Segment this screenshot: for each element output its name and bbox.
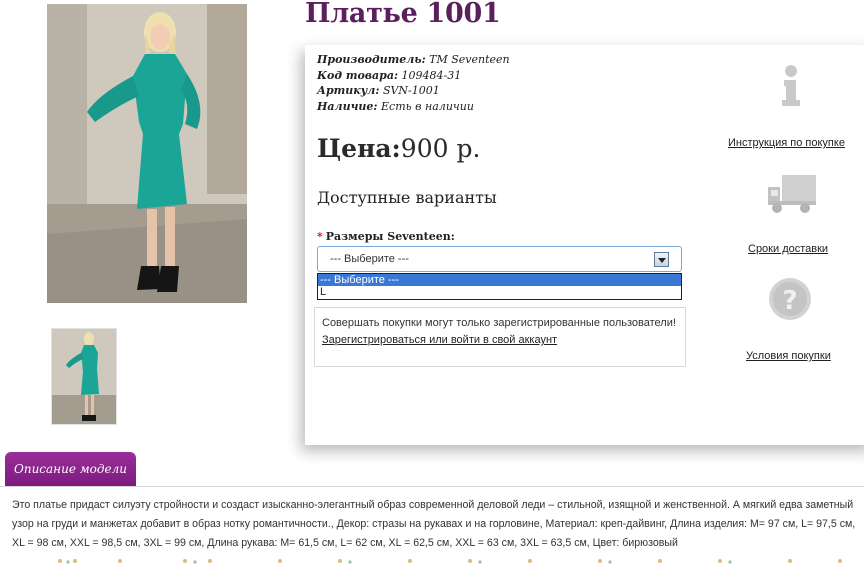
product-price: Цена:900 р. — [317, 134, 480, 163]
size-select-value: --- Выберите --- — [330, 253, 409, 265]
meta-availability: Наличие: Есть в наличии — [317, 99, 474, 113]
product-main-photo[interactable] — [47, 4, 247, 303]
size-option-placeholder[interactable]: --- Выберите --- — [318, 274, 681, 286]
side-link-purchase-instructions[interactable]: Инструкция по покупке — [728, 137, 845, 149]
info-icon[interactable] — [770, 62, 812, 112]
meta-manufacturer: Производитель: TM Seventeen — [317, 53, 510, 66]
price-label: Цена: — [317, 134, 401, 163]
variants-title: Доступные варианты — [317, 188, 497, 207]
truck-icon[interactable] — [766, 173, 818, 219]
size-dropdown-list[interactable]: --- Выберите --- L — [317, 273, 682, 300]
required-mark: * — [317, 230, 323, 243]
login-register-link[interactable]: Зарегистрироваться или войти в свой акка… — [322, 332, 685, 348]
question-icon[interactable]: ? — [767, 276, 813, 326]
side-link-delivery-terms[interactable]: Сроки доставки — [748, 243, 828, 255]
product-thumbnail[interactable] — [51, 328, 117, 425]
size-label: * Размеры Seventeen: — [317, 230, 455, 243]
login-notice-text: Совершать покупки могут только зарегистр… — [322, 317, 676, 329]
size-select[interactable]: --- Выберите --- — [317, 246, 682, 272]
decorative-border — [58, 559, 842, 564]
svg-text:?: ? — [782, 286, 797, 316]
chevron-down-icon[interactable] — [654, 252, 669, 267]
size-option-l[interactable]: L — [318, 286, 681, 298]
product-title: Платье 1001 — [305, 0, 501, 29]
meta-sku: Артикул: SVN-1001 — [317, 84, 440, 97]
tab-model-description[interactable]: Описание модели — [5, 452, 136, 486]
description-text: Это платье придаст силуэту стройности и … — [12, 499, 856, 549]
meta-product-code: Код товара: 109484-31 — [317, 68, 462, 82]
product-meta: Производитель: TM Seventeen Код товара: … — [317, 52, 510, 114]
login-notice: Совершать покупки могут только зарегистр… — [314, 307, 686, 367]
price-value: 900 р. — [400, 134, 481, 163]
side-link-purchase-conditions[interactable]: Условия покупки — [746, 350, 831, 362]
